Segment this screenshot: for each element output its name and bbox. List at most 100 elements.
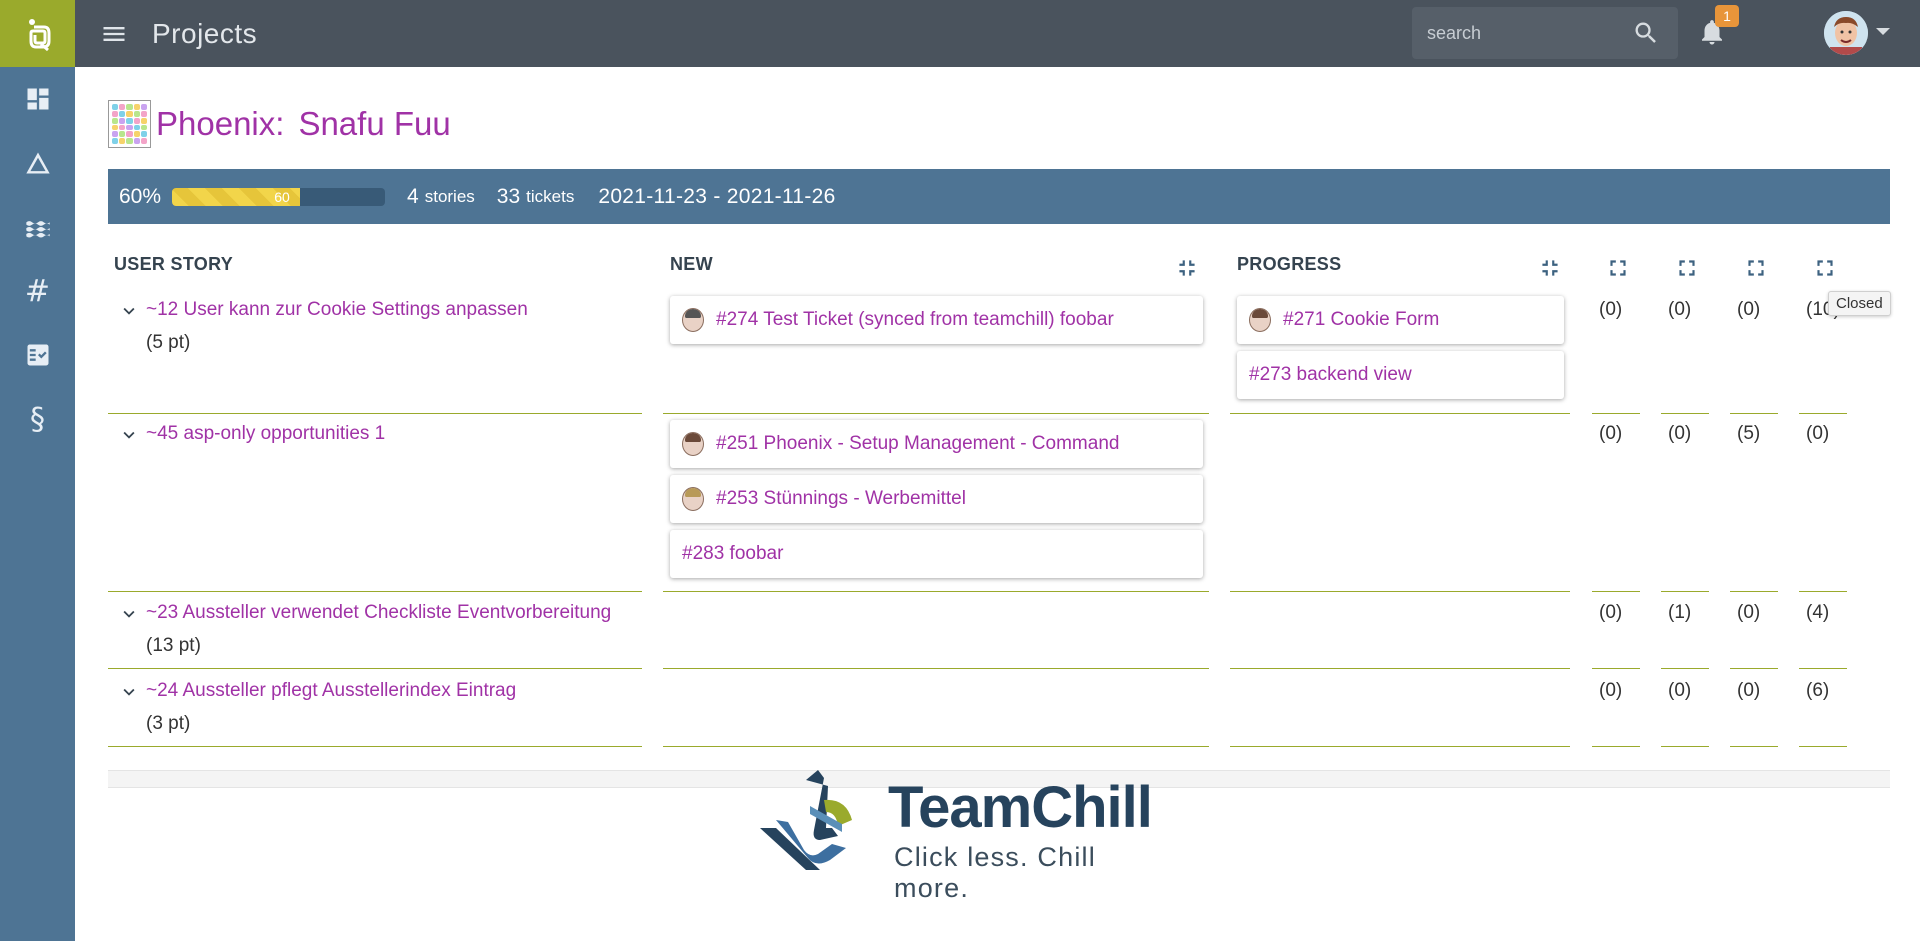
row-divider (1230, 746, 1570, 747)
ticket-card[interactable]: #274 Test Ticket (synced from teamchill)… (670, 296, 1203, 344)
collapse-progress-column-button[interactable] (1537, 255, 1563, 281)
stories-count: 4 (407, 184, 419, 208)
assignee-avatar (1249, 308, 1271, 332)
project-name[interactable]: Phoenix: (156, 105, 284, 143)
column-count: (0) (1668, 423, 1692, 444)
project-thumbnail (108, 100, 151, 148)
story-link[interactable]: ~45 asp-only opportunities 1 (146, 423, 385, 445)
dashboard-icon (27, 88, 48, 110)
column-count: (0) (1806, 423, 1830, 444)
ticket-card[interactable]: #283 foobar (670, 530, 1203, 578)
sidebar-item-checklist[interactable] (0, 323, 75, 387)
stories-label: stories (424, 186, 475, 206)
row-divider (1661, 413, 1709, 414)
hash-icon: # (24, 273, 51, 309)
collapse-icon (1179, 260, 1195, 276)
user-avatar[interactable] (1824, 11, 1868, 55)
progress-percent: 60% (119, 184, 162, 208)
sidebar-item-dashboard[interactable] (0, 67, 75, 131)
column-header-user-story: USER STORY (114, 254, 234, 274)
column-count: (0) (1668, 680, 1692, 701)
ticket-link[interactable]: #283 foobar (682, 543, 783, 565)
column-count: (0) (1599, 423, 1623, 444)
ticket-link[interactable]: #253 Stünnings - Werbemittel (716, 488, 966, 510)
ticket-card[interactable]: #251 Phoenix - Setup Management - Comman… (670, 420, 1203, 468)
story-toggle-chevron-down-icon[interactable] (118, 424, 138, 444)
section-icon: § (30, 401, 45, 437)
expand-icon (1610, 260, 1626, 276)
sidebar-item-waves[interactable] (0, 195, 75, 259)
story-toggle-chevron-down-icon[interactable] (118, 681, 138, 701)
sidebar-item-hash[interactable]: # (0, 259, 75, 323)
sprint-date-range: 2021-11-23 - 2021-11-26 (598, 184, 836, 208)
waves-icon (25, 221, 50, 238)
story-link[interactable]: ~12 User kann zur Cookie Settings anpass… (146, 299, 528, 321)
story-link[interactable]: ~24 Aussteller pflegt Ausstellerindex Ei… (146, 680, 516, 702)
story-toggle-chevron-down-icon[interactable] (118, 603, 138, 623)
ticket-link[interactable]: #273 backend view (1249, 364, 1412, 386)
row-divider (1661, 591, 1709, 592)
expand-icon (1748, 260, 1764, 276)
column-header-progress: PROGRESS (1237, 254, 1342, 274)
page-title: Projects (152, 17, 258, 49)
ticket-link[interactable]: #251 Phoenix - Setup Management - Comman… (716, 433, 1119, 455)
user-menu-caret-icon[interactable] (1876, 28, 1890, 35)
tickets-count: 33 (496, 184, 521, 208)
row-divider (1730, 668, 1778, 669)
ticket-card[interactable]: #271 Cookie Form (1237, 296, 1564, 344)
row-divider (108, 746, 642, 747)
story-toggle-chevron-down-icon[interactable] (118, 300, 138, 320)
sprint-stats-bar: 60% 60 4 stories 33 tickets 2021-11-23 -… (108, 169, 1890, 224)
row-divider (663, 746, 1209, 747)
row-divider (1799, 746, 1847, 747)
column-header-new: NEW (670, 254, 713, 274)
teamchill-brand-icon (760, 770, 852, 870)
teamchill-logo-icon (28, 18, 50, 51)
tickets-label: tickets (526, 186, 575, 206)
column-count: (6) (1806, 680, 1830, 701)
column-count: (4) (1806, 602, 1830, 623)
expand-icon (1817, 260, 1833, 276)
footer-brand: TeamChill Click less. Chill more. (758, 770, 1168, 903)
column-count: (0) (1599, 299, 1623, 320)
expand-column-2-button[interactable] (1674, 255, 1700, 281)
sidebar-item-section[interactable]: § (0, 387, 75, 451)
sidebar-item-triangle[interactable] (0, 131, 75, 195)
column-count: (1) (1668, 602, 1692, 623)
column-count: (0) (1599, 602, 1623, 623)
expand-column-1-button[interactable] (1605, 255, 1631, 281)
collapse-icon (1542, 260, 1558, 276)
row-divider (663, 413, 1209, 414)
row-divider (1799, 668, 1847, 669)
sidebar: # § (0, 0, 75, 941)
triangle-icon (25, 152, 50, 174)
expand-column-3-button[interactable] (1743, 255, 1769, 281)
search-icon[interactable] (1632, 19, 1660, 47)
row-divider (108, 668, 642, 669)
expand-icon (1679, 260, 1695, 276)
app-logo[interactable] (0, 0, 75, 67)
expand-closed-column-button[interactable] (1812, 255, 1838, 281)
ticket-link[interactable]: #274 Test Ticket (synced from teamchill)… (716, 309, 1114, 331)
sprint-name[interactable]: Snafu Fuu (298, 105, 450, 143)
row-divider (1661, 668, 1709, 669)
search-input[interactable] (1427, 22, 1627, 44)
menu-button[interactable] (75, 0, 152, 67)
assignee-avatar (682, 487, 704, 511)
ticket-link[interactable]: #271 Cookie Form (1283, 309, 1439, 331)
assignee-avatar (682, 432, 704, 456)
row-divider (1730, 413, 1778, 414)
row-divider (1230, 591, 1570, 592)
story-link[interactable]: ~23 Aussteller verwendet Checkliste Even… (146, 602, 611, 624)
ticket-card[interactable]: #273 backend view (1237, 351, 1564, 399)
project-header: Phoenix: Snafu Fuu (108, 99, 451, 149)
story-points: (5 pt) (146, 332, 191, 353)
row-divider (663, 591, 1209, 592)
row-divider (1230, 413, 1570, 414)
collapse-new-column-button[interactable] (1174, 255, 1200, 281)
row-divider (108, 413, 642, 414)
column-count: (0) (1668, 299, 1692, 320)
user-avatar-image (1824, 11, 1868, 55)
ticket-card[interactable]: #253 Stünnings - Werbemittel (670, 475, 1203, 523)
brand-name: TeamChill (888, 775, 1153, 840)
